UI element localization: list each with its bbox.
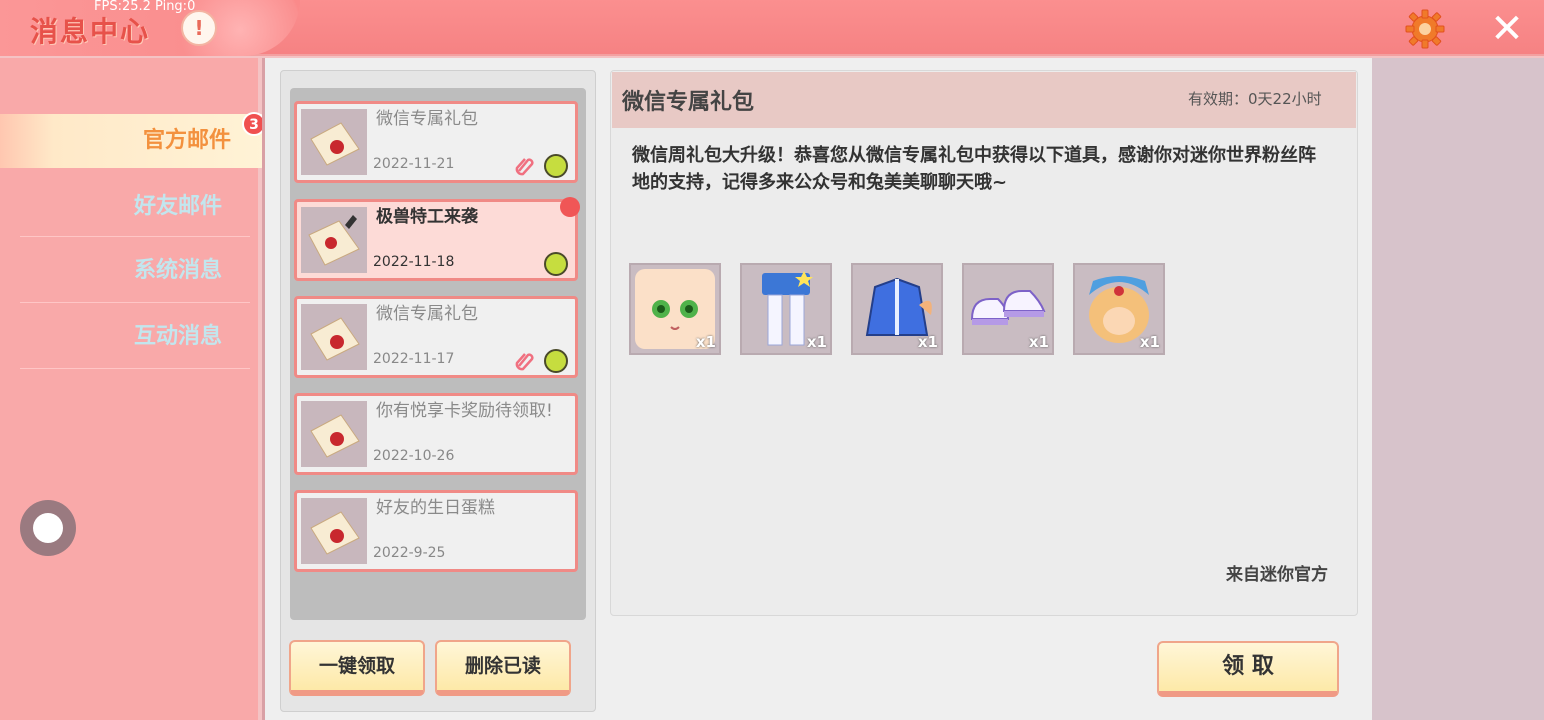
- mail-sender: 来自迷你官方: [1226, 565, 1328, 585]
- sidebar-divider: [20, 302, 250, 303]
- mail-detail-title: 微信专属礼包: [622, 90, 755, 115]
- mail-date: 2022-11-17: [373, 351, 455, 367]
- mail-date: 2022-9-25: [373, 545, 446, 561]
- delete-read-button[interactable]: 删除已读: [435, 640, 571, 696]
- mail-date: 2022-11-21: [373, 156, 455, 172]
- sidebar-divider: [20, 236, 250, 237]
- paperclip-icon: [515, 353, 534, 371]
- reward-quantity: x1: [695, 333, 716, 351]
- mail-card[interactable]: 微信专属礼包 2022-11-21: [294, 101, 578, 183]
- unread-dot: [560, 197, 580, 217]
- reward-item-face[interactable]: x1: [629, 263, 721, 355]
- envelope-icon: [301, 207, 367, 273]
- sidebar-item-interaction-messages[interactable]: 互动消息: [0, 304, 258, 370]
- mail-title: 极兽特工来袭: [376, 207, 478, 227]
- reward-quantity: x1: [917, 333, 938, 351]
- info-icon[interactable]: !: [181, 10, 217, 46]
- sidebar-item-friend-mail[interactable]: 好友邮件: [0, 174, 258, 240]
- gear-icon[interactable]: [1404, 8, 1446, 50]
- reward-item-jacket[interactable]: x1: [851, 263, 943, 355]
- close-icon[interactable]: ✕: [1488, 9, 1526, 49]
- reward-item-shoes[interactable]: x1: [962, 263, 1054, 355]
- mail-date: 2022-11-18: [373, 254, 455, 270]
- envelope-icon: [301, 401, 367, 467]
- envelope-icon: [301, 109, 367, 175]
- mail-title: 好友的生日蛋糕: [376, 498, 495, 518]
- reward-quantity: x1: [1139, 333, 1160, 351]
- mail-title: 微信专属礼包: [376, 304, 478, 324]
- paperclip-icon: [515, 158, 534, 176]
- floating-joystick-button[interactable]: [20, 500, 76, 556]
- clock-icon: [544, 349, 568, 373]
- mail-title: 你有悦享卡奖励待领取!: [376, 401, 553, 421]
- reward-quantity: x1: [806, 333, 827, 351]
- envelope-icon: [301, 498, 367, 564]
- mail-card[interactable]: 极兽特工来袭 2022-11-18: [294, 199, 578, 281]
- mail-card[interactable]: 好友的生日蛋糕 2022-9-25: [294, 490, 578, 572]
- page-title: 消息中心: [30, 15, 151, 48]
- reward-item-hair[interactable]: x1: [1073, 263, 1165, 355]
- mail-date: 2022-10-26: [373, 448, 455, 464]
- clock-icon: [544, 252, 568, 276]
- reward-quantity: x1: [1028, 333, 1049, 351]
- sidebar-divider: [20, 368, 250, 369]
- envelope-icon: [301, 304, 367, 370]
- claim-all-button[interactable]: 一键领取: [289, 640, 425, 696]
- sidebar-item-official-mail[interactable]: 官方邮件: [0, 114, 267, 168]
- decorative-pattern-strip: [1372, 58, 1544, 720]
- clock-icon: [544, 154, 568, 178]
- validity-period: 有效期：0天22小时: [1188, 90, 1322, 108]
- sidebar-item-system-messages[interactable]: 系统消息: [0, 238, 258, 304]
- mail-detail-body: 微信周礼包大升级！恭喜您从微信专属礼包中获得以下道具，感谢你对迷你世界粉丝阵地的…: [632, 145, 1316, 193]
- claim-button[interactable]: 领 取: [1157, 641, 1339, 697]
- mail-card[interactable]: 你有悦享卡奖励待领取! 2022-10-26: [294, 393, 578, 475]
- mail-title: 微信专属礼包: [376, 109, 478, 129]
- reward-item-pants[interactable]: x1: [740, 263, 832, 355]
- mail-card[interactable]: 微信专属礼包 2022-11-17: [294, 296, 578, 378]
